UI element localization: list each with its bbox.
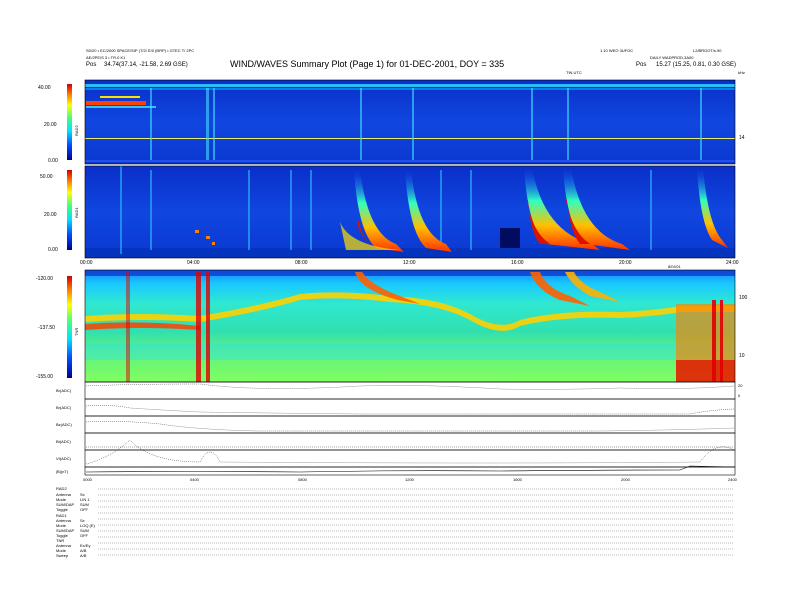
rad2-panel: 40.00 20.00 0.00 RAD2 14 xyxy=(38,79,745,165)
tnr-right-tick-0: 100 xyxy=(739,295,748,301)
rad1-xtick-4: 16:00 xyxy=(511,260,524,266)
summary-plot: 40.00 20.00 0.00 RAD2 14 50.00 20.00 0.0… xyxy=(36,79,748,556)
rad1-ytick-0: 50.00 xyxy=(40,174,53,180)
rad2-right-tick: 14 xyxy=(739,135,745,141)
hk-label-5: Vt(ADC) xyxy=(56,456,72,461)
hk-label-1: Br(ADC) xyxy=(56,388,72,393)
hk-trace-3 xyxy=(85,421,735,432)
hk-xtick-5: 2000 xyxy=(621,477,631,482)
footer-tnr-sweep: Sweep xyxy=(56,553,69,558)
hk-right-tick-0: 20 xyxy=(738,383,743,388)
hk-trace-2 xyxy=(85,405,735,415)
hk-label-2: Br(ADC) xyxy=(56,405,72,410)
tnr-ytick-0: -120.00 xyxy=(36,276,53,282)
hk-xtick-6: 2400 xyxy=(728,477,738,482)
footer-tnr-sweep-val: A/B xyxy=(80,553,87,558)
hk-xtick-4: 1600 xyxy=(513,477,523,482)
tnr-panel: -120.00 -137.50 -155.00 TNR 100 10 8/IV/… xyxy=(36,264,748,383)
hk-panel-1 xyxy=(84,381,736,400)
rad1-xtick-3: 12:00 xyxy=(403,260,416,266)
tnr-top-right-label: 8/IV/01 xyxy=(668,264,681,269)
tnr-ylabel: TNR xyxy=(74,328,79,336)
footer-rad2-toggle: Toggle xyxy=(56,507,68,512)
hk-xtick-3: 1200 xyxy=(405,477,415,482)
rad1-xtick-6: 24:00 xyxy=(726,260,739,266)
rad2-ytick-1: 20.00 xyxy=(44,122,57,128)
footer-status-rows xyxy=(98,488,734,556)
housekeeping-panels: Br(ADC) Br(ADC) Bz(ADC) Bt(ADC) Vt(ADC) … xyxy=(56,381,743,482)
hk-panel-3 xyxy=(84,415,736,434)
rad1-xtick-0: 00:00 xyxy=(80,260,93,266)
tnr-ytick-1: -137.50 xyxy=(38,325,55,331)
tnr-right-tick-1: 10 xyxy=(739,353,745,359)
hk-panel-5 xyxy=(84,449,736,468)
hk-label-3: Bz(ADC) xyxy=(56,422,72,427)
rad2-ytick-2: 0.00 xyxy=(48,158,58,164)
rad1-panel: 50.00 20.00 0.00 RAD1 00:00 04:00 08:00 … xyxy=(40,165,739,266)
rad2-interference-band xyxy=(86,101,146,105)
hk-xtick-1: 0400 xyxy=(190,477,200,482)
tnr-interference-spike xyxy=(196,272,201,382)
tnr-colorbar xyxy=(67,276,72,378)
rad2-spectrogram xyxy=(85,80,735,164)
rad2-colorbar xyxy=(67,84,72,160)
hk-trace-5 xyxy=(85,439,735,465)
footer-rad2-title: RAD2 xyxy=(56,486,67,491)
rad1-xtick-1: 04:00 xyxy=(187,260,200,266)
hk-right-tick-1: 0 xyxy=(738,393,741,398)
rad1-ytick-1: 20.00 xyxy=(44,212,57,218)
footer-rad2-toggle-val: OFF xyxy=(80,507,88,512)
hk-panel-4 xyxy=(84,432,736,451)
hk-trace-1 xyxy=(85,383,735,390)
rad1-xtick-2: 08:00 xyxy=(295,260,308,266)
tnr-ytick-2: -155.00 xyxy=(36,374,53,380)
rad2-ylabel: RAD2 xyxy=(74,125,79,136)
rad1-xtick-5: 20:00 xyxy=(619,260,632,266)
hk-xtick-0: 0000 xyxy=(83,477,93,482)
rad1-ylabel: RAD1 xyxy=(74,207,79,218)
rad1-ytick-2: 0.00 xyxy=(48,247,58,253)
hk-xtick-2: 0800 xyxy=(298,477,308,482)
hk-label-6: |B|(nT) xyxy=(56,469,69,474)
rad1-colorbar xyxy=(67,170,72,250)
hk-label-4: Bt(ADC) xyxy=(56,439,72,444)
hk-panel-2 xyxy=(84,398,736,417)
rad2-ytick-0: 40.00 xyxy=(38,85,51,91)
footer-rad1-toggle-val: OFF xyxy=(80,533,88,538)
